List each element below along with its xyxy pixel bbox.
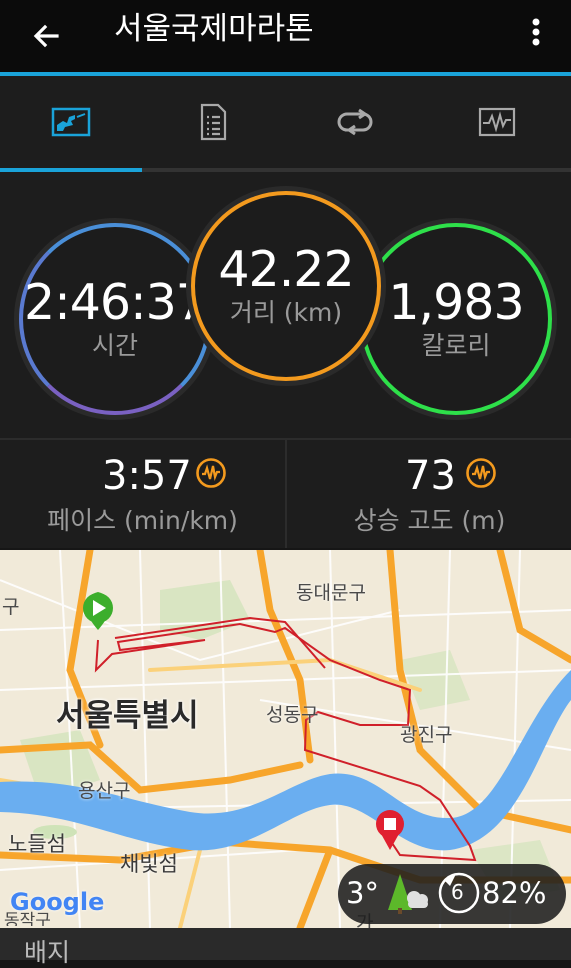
map-label-yongsan: 용산구 xyxy=(78,780,131,802)
calories-ring: 1,983 칼로리 xyxy=(360,223,552,415)
pace-metric[interactable]: 3:57 페이스 (min/km) xyxy=(0,440,285,548)
tree-cloud-weather-icon xyxy=(388,874,428,914)
elevation-metric[interactable]: 73 상승 고도 (m) xyxy=(287,440,571,548)
elevation-value: 73 xyxy=(405,453,456,499)
laps-icon xyxy=(337,108,373,136)
pace-label: 페이스 (min/km) xyxy=(47,506,238,535)
humidity-value: 82% xyxy=(482,876,547,910)
finish-marker xyxy=(376,810,404,850)
arrow-left-icon xyxy=(33,24,59,48)
badges-title: 배지 xyxy=(24,938,71,967)
tab-details[interactable] xyxy=(142,76,284,168)
pace-value: 3:57 xyxy=(102,453,192,499)
map-label-seoul: 서울특별시 xyxy=(56,698,199,734)
map-label-gwangjin: 광진구 xyxy=(400,724,453,746)
app-bar: 서울국제마라톤 xyxy=(0,0,571,72)
tab-laps[interactable] xyxy=(284,76,426,168)
tab-charts[interactable] xyxy=(426,76,568,168)
weather-widget[interactable]: 3° 6 82% xyxy=(338,864,566,924)
badges-section: 배지 xyxy=(0,928,571,967)
page-title: 서울국제마라톤 xyxy=(114,11,314,47)
map-label-chaebitseom: 채빛섬 xyxy=(120,852,178,876)
back-button[interactable] xyxy=(22,12,70,60)
elevation-chart-icon xyxy=(466,458,496,488)
metrics-divider xyxy=(285,440,287,548)
temperature-value: 3° xyxy=(346,876,379,910)
tab-summary[interactable] xyxy=(0,76,142,168)
tab-bar xyxy=(0,76,571,168)
time-ring: 2:46:37 시간 xyxy=(19,223,211,415)
elevation-label: 상승 고도 (m) xyxy=(353,506,506,535)
distance-label: 거리 (km) xyxy=(229,298,343,327)
time-label: 시간 xyxy=(91,331,138,360)
map-label-partial-gu: 구 xyxy=(2,596,20,618)
map-label-nodeulseom: 노들섬 xyxy=(8,832,66,856)
more-vert-icon xyxy=(532,18,540,46)
google-logo: Google xyxy=(10,888,105,916)
overflow-menu-button[interactable] xyxy=(516,12,556,52)
charts-icon xyxy=(478,107,516,137)
time-value: 2:46:37 xyxy=(24,274,207,331)
details-list-icon xyxy=(200,103,227,141)
map-label-dongdaemun: 동대문구 xyxy=(296,582,366,604)
stats-panel: 2:46:37 시간 1,983 칼로리 42.22 거리 (km) xyxy=(0,172,571,438)
calories-label: 칼로리 xyxy=(421,331,491,360)
wind-value: 6 xyxy=(451,880,464,904)
distance-value: 42.22 xyxy=(218,241,354,298)
calories-value: 1,983 xyxy=(388,274,524,331)
distance-ring: 42.22 거리 (km) xyxy=(191,191,381,381)
pace-chart-icon xyxy=(196,458,226,488)
map-label-seongdong: 성동구 xyxy=(266,704,319,726)
activity-summary-icon xyxy=(51,107,91,137)
